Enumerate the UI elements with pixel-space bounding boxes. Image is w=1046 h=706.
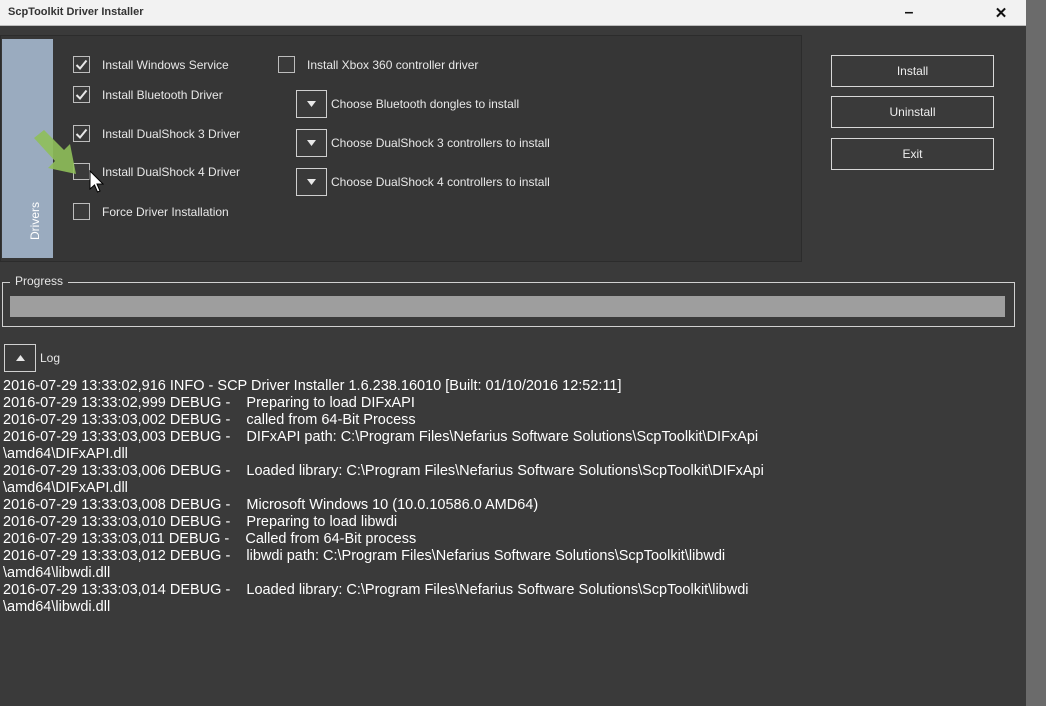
option-install-xbox360-driver[interactable]: Install Xbox 360 controller driver — [278, 56, 478, 73]
log-line: 2016-07-29 13:33:03,012 DEBUG - libwdi p… — [3, 548, 726, 564]
option-label: Install DualShock 3 Driver — [102, 126, 241, 141]
close-button[interactable]: ✕ — [978, 0, 1024, 25]
dropdown-toggle[interactable] — [296, 90, 327, 118]
minimize-button[interactable]: – — [886, 0, 932, 25]
chevron-down-icon — [307, 101, 316, 107]
arrow-annotation-icon — [34, 130, 76, 174]
option-install-ds3-driver[interactable]: Install DualShock 3 Driver — [73, 125, 240, 142]
dropdown-toggle[interactable] — [296, 129, 327, 157]
option-label: Install Xbox 360 controller driver — [307, 57, 479, 72]
option-install-windows-service[interactable]: Install Windows Service — [73, 56, 229, 73]
log-line: 2016-07-29 13:33:03,006 DEBUG - Loaded l… — [3, 463, 764, 479]
option-label: Install Bluetooth Driver — [102, 87, 223, 102]
title-bar[interactable]: ScpToolkit Driver Installer – ✕ — [0, 0, 1026, 26]
checkmark-icon — [75, 89, 88, 100]
chevron-up-icon — [15, 355, 25, 361]
checkmark-icon — [75, 59, 88, 70]
dropdown-label: Choose DualShock 4 controllers to instal… — [331, 175, 550, 189]
chevron-down-icon — [307, 140, 316, 146]
log-line: 2016-07-29 13:33:03,014 DEBUG - Loaded l… — [3, 582, 749, 598]
log-line: 2016-07-29 13:33:02,999 DEBUG - Preparin… — [3, 395, 415, 411]
dropdown-bluetooth-dongles[interactable]: Choose Bluetooth dongles to install — [296, 90, 519, 118]
window-title: ScpToolkit Driver Installer — [8, 6, 144, 18]
progress-label: Progress — [10, 274, 69, 288]
log-label: Log — [40, 351, 61, 365]
desktop-edge — [1026, 0, 1046, 706]
log-collapse-button[interactable] — [4, 344, 36, 372]
log-line: \amd64\libwdi.dll — [3, 565, 111, 581]
option-label: Install Windows Service — [102, 57, 229, 72]
option-label: Install DualShock 4 Driver — [102, 164, 241, 179]
dropdown-ds4-controllers[interactable]: Choose DualShock 4 controllers to instal… — [296, 168, 550, 196]
uninstall-button[interactable]: Uninstall — [831, 96, 994, 128]
install-button[interactable]: Install — [831, 55, 994, 87]
log-line: 2016-07-29 13:33:03,010 DEBUG - Preparin… — [3, 514, 398, 530]
log-output: 2016-07-29 13:33:02,916 INFO - SCP Drive… — [3, 378, 1013, 616]
log-line: 2016-07-29 13:33:03,011 DEBUG - Called f… — [3, 531, 417, 547]
log-line: 2016-07-29 13:33:02,916 INFO - SCP Drive… — [3, 378, 622, 394]
mouse-cursor-icon — [89, 170, 105, 193]
exit-button[interactable]: Exit — [831, 138, 994, 170]
installer-window: ScpToolkit Driver Installer – ✕ Drivers … — [0, 0, 1026, 706]
dropdown-label: Choose DualShock 3 controllers to instal… — [331, 136, 550, 150]
drivers-tab-label: Drivers — [28, 202, 42, 240]
dropdown-label: Choose Bluetooth dongles to install — [331, 97, 520, 111]
progress-bar — [10, 296, 1005, 317]
option-force-driver-installation[interactable]: Force Driver Installation — [73, 203, 229, 220]
log-line: \amd64\libwdi.dll — [3, 599, 111, 615]
log-line: 2016-07-29 13:33:03,003 DEBUG - DIFxAPI … — [3, 429, 759, 445]
checkbox[interactable] — [73, 86, 90, 103]
checkbox[interactable] — [73, 203, 90, 220]
option-label: Force Driver Installation — [102, 204, 229, 219]
dropdown-toggle[interactable] — [296, 168, 327, 196]
log-line: 2016-07-29 13:33:03,008 DEBUG - Microsof… — [3, 497, 539, 513]
option-install-bluetooth-driver[interactable]: Install Bluetooth Driver — [73, 86, 223, 103]
checkbox[interactable] — [73, 56, 90, 73]
checkbox[interactable] — [278, 56, 295, 73]
chevron-down-icon — [307, 179, 316, 185]
dropdown-ds3-controllers[interactable]: Choose DualShock 3 controllers to instal… — [296, 129, 550, 157]
log-line: \amd64\DIFxAPI.dll — [3, 480, 128, 496]
log-line: 2016-07-29 13:33:03,002 DEBUG - called f… — [3, 412, 416, 428]
log-line: \amd64\DIFxAPI.dll — [3, 446, 128, 462]
